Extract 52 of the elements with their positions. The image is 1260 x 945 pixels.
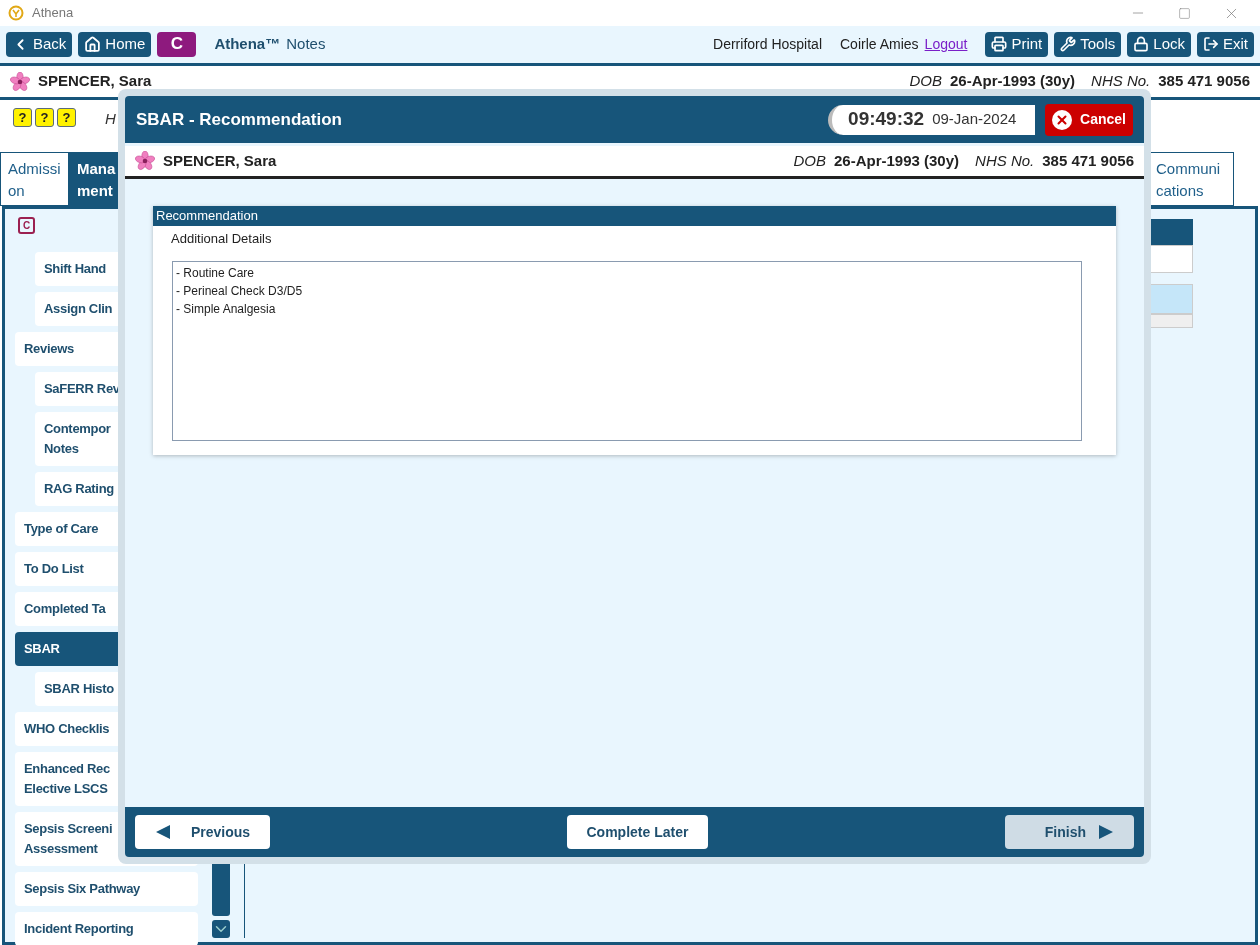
section-title: Recommendation <box>153 206 1116 226</box>
alert-icon[interactable]: ? <box>13 108 32 127</box>
scroll-down-icon[interactable] <box>212 920 231 938</box>
details-field[interactable]: - Routine Care - Perineal Check D3/D5 - Simple Analgesia <box>172 260 1082 441</box>
house-icon <box>84 35 102 53</box>
patient-name: SPENCER, Sara <box>163 150 277 171</box>
dob-label: DOB <box>793 150 826 171</box>
exit-button[interactable]: Exit <box>1197 31 1254 57</box>
logout-link[interactable]: Logout <box>924 33 968 55</box>
app-subtitle: Notes <box>286 33 326 54</box>
hospital-name: Derriford Hospital <box>713 34 822 54</box>
app-logo-icon <box>8 5 24 21</box>
tools-button[interactable]: Tools <box>1054 31 1122 57</box>
printer-icon <box>991 36 1008 52</box>
app-name: Athena™ <box>214 33 281 54</box>
user-name: Coirle Amies <box>840 34 919 54</box>
hint-text: H <box>105 109 116 129</box>
alert-icon[interactable]: ? <box>35 108 54 127</box>
window-title: Athena <box>32 4 74 23</box>
nhs-number: 385 471 9056 <box>1042 150 1134 171</box>
dob-value: 26-Apr-1993 (30y) <box>834 150 960 171</box>
complete-later-button[interactable]: Complete Later <box>566 815 709 849</box>
previous-button[interactable]: Previous <box>135 815 271 849</box>
lock-button[interactable]: Lock <box>1127 31 1191 57</box>
left-triangle-icon <box>155 824 171 840</box>
wrench-icon <box>1060 36 1077 52</box>
tab[interactable]: Communications <box>1148 152 1234 206</box>
timestamp-field: 09:49:32 09-Jan-2024 <box>828 104 1036 135</box>
print-button[interactable]: Print <box>985 31 1049 57</box>
modal-title: SBAR - Recommendation <box>136 108 342 131</box>
c-badge[interactable]: C <box>18 217 35 234</box>
padlock-icon <box>1133 36 1150 52</box>
nhs-label: NHS No. <box>1091 71 1151 92</box>
dob-label: DOB <box>909 71 942 92</box>
c-badge[interactable]: C <box>157 31 197 57</box>
nhs-label: NHS No. <box>975 150 1035 171</box>
tab[interactable]: Admission <box>0 152 69 206</box>
flower-icon <box>135 151 155 171</box>
alert-icon[interactable]: ? <box>57 108 76 127</box>
maximize-icon[interactable] <box>1178 6 1191 20</box>
exit-icon <box>1203 36 1219 52</box>
dob-value: 26-Apr-1993 (30y) <box>950 71 1076 92</box>
sidebar-item[interactable]: Incident Reporting <box>15 912 199 945</box>
cancel-button[interactable]: Cancel <box>1045 103 1133 136</box>
nhs-number: 385 471 9056 <box>1158 71 1250 92</box>
flower-icon <box>10 71 30 92</box>
patient-name: SPENCER, Sara <box>38 71 152 92</box>
field-label: Additional Details <box>170 230 273 248</box>
back-button[interactable]: Back <box>6 31 73 57</box>
sidebar-item[interactable]: Sepsis Six Pathway <box>15 872 199 906</box>
home-button[interactable]: Home <box>78 31 152 57</box>
right-triangle-icon <box>1098 824 1114 840</box>
